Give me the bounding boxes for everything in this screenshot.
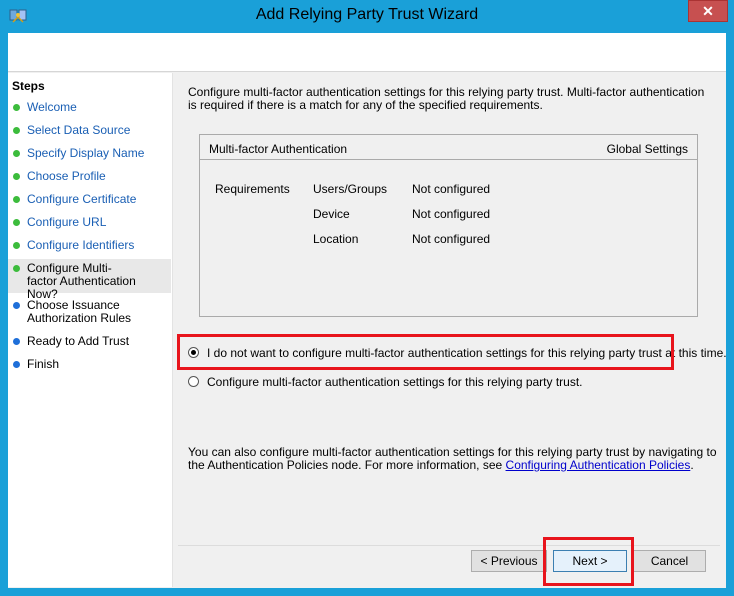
step-label: Ready to Add Trust	[27, 334, 130, 348]
step-label: Select Data Source	[27, 123, 131, 137]
step-specify-display-name[interactable]: Specify Display Name	[8, 147, 171, 160]
step-label: Configure URL	[27, 215, 107, 229]
step-complete-icon	[13, 173, 20, 180]
step-configure-certificate[interactable]: Configure Certificate	[8, 193, 171, 206]
content-pane: Configure multi-factor authentication se…	[178, 73, 727, 545]
step-configure-url[interactable]: Configure URL	[8, 216, 171, 229]
radio-unselected-icon[interactable]	[188, 376, 199, 387]
requirement-name: Device	[313, 207, 350, 221]
step-label: Finish	[27, 357, 60, 371]
requirement-value: Not configured	[412, 207, 491, 221]
requirements-label: Requirements	[215, 182, 290, 196]
client-area: Steps Welcome Select Data Source Specify…	[8, 33, 727, 588]
step-configure-mfa: Configure Multi-factor Authentication No…	[8, 259, 171, 301]
footer-end: .	[690, 458, 694, 472]
step-label: Configure Identifiers	[27, 238, 135, 252]
step-complete-icon	[13, 104, 20, 111]
global-settings-label: Global Settings	[606, 142, 688, 156]
step-pending-icon	[13, 361, 20, 368]
step-choose-issuance-rules: Choose Issuance Authorization Rules	[8, 299, 171, 325]
step-label: Welcome	[27, 100, 77, 114]
step-choose-profile[interactable]: Choose Profile	[8, 170, 171, 183]
requirement-name: Location	[313, 232, 359, 246]
requirement-value: Not configured	[412, 182, 491, 196]
requirement-value: Not configured	[412, 232, 491, 246]
step-ready-to-add-trust: Ready to Add Trust	[8, 335, 171, 348]
window-title: Add Relying Party Trust Wizard	[255, 6, 479, 23]
configuring-auth-policies-link[interactable]: Configuring Authentication Policies	[506, 458, 691, 472]
wizard-window: Add Relying Party Trust Wizard ✕ Steps W…	[0, 0, 734, 596]
cancel-button[interactable]: Cancel	[633, 550, 706, 572]
mfa-table-header: Multi-factor Authentication Global Setti…	[200, 135, 697, 160]
highlight-next-button	[543, 537, 634, 586]
intro-text: Configure multi-factor authentication se…	[188, 85, 705, 112]
step-welcome[interactable]: Welcome	[8, 101, 171, 114]
steps-title: Steps	[12, 79, 45, 93]
footer-info-text: You can also configure multi-factor auth…	[188, 446, 718, 472]
step-complete-icon	[13, 242, 20, 249]
step-configure-identifiers[interactable]: Configure Identifiers	[8, 239, 171, 252]
step-pending-icon	[13, 338, 20, 345]
highlight-skip-option	[177, 334, 674, 370]
step-finish: Finish	[8, 358, 171, 371]
step-complete-icon	[13, 150, 20, 157]
step-complete-icon	[13, 196, 20, 203]
option-configure-label[interactable]: Configure multi-factor authentication se…	[207, 375, 583, 389]
step-pending-icon	[13, 302, 20, 309]
step-select-data-source[interactable]: Select Data Source	[8, 124, 171, 137]
previous-button[interactable]: < Previous	[471, 550, 547, 572]
requirement-name: Users/Groups	[313, 182, 388, 196]
mfa-settings-table: Multi-factor Authentication Global Setti…	[199, 134, 698, 317]
mfa-header-label: Multi-factor Authentication	[209, 142, 348, 156]
wizard-header	[8, 33, 726, 72]
close-button[interactable]: ✕	[688, 0, 728, 22]
step-label: Choose Profile	[27, 169, 106, 183]
step-label: Configure Multi-factor Authentication No…	[27, 261, 136, 301]
step-complete-icon	[13, 219, 20, 226]
step-label: Choose Issuance Authorization Rules	[27, 298, 132, 325]
step-complete-icon	[13, 127, 20, 134]
step-label: Specify Display Name	[27, 146, 145, 160]
steps-pane: Steps Welcome Select Data Source Specify…	[8, 73, 173, 587]
step-label: Configure Certificate	[27, 192, 137, 206]
title-bar[interactable]: Add Relying Party Trust Wizard ✕	[0, 0, 734, 32]
step-current-icon	[13, 265, 20, 272]
